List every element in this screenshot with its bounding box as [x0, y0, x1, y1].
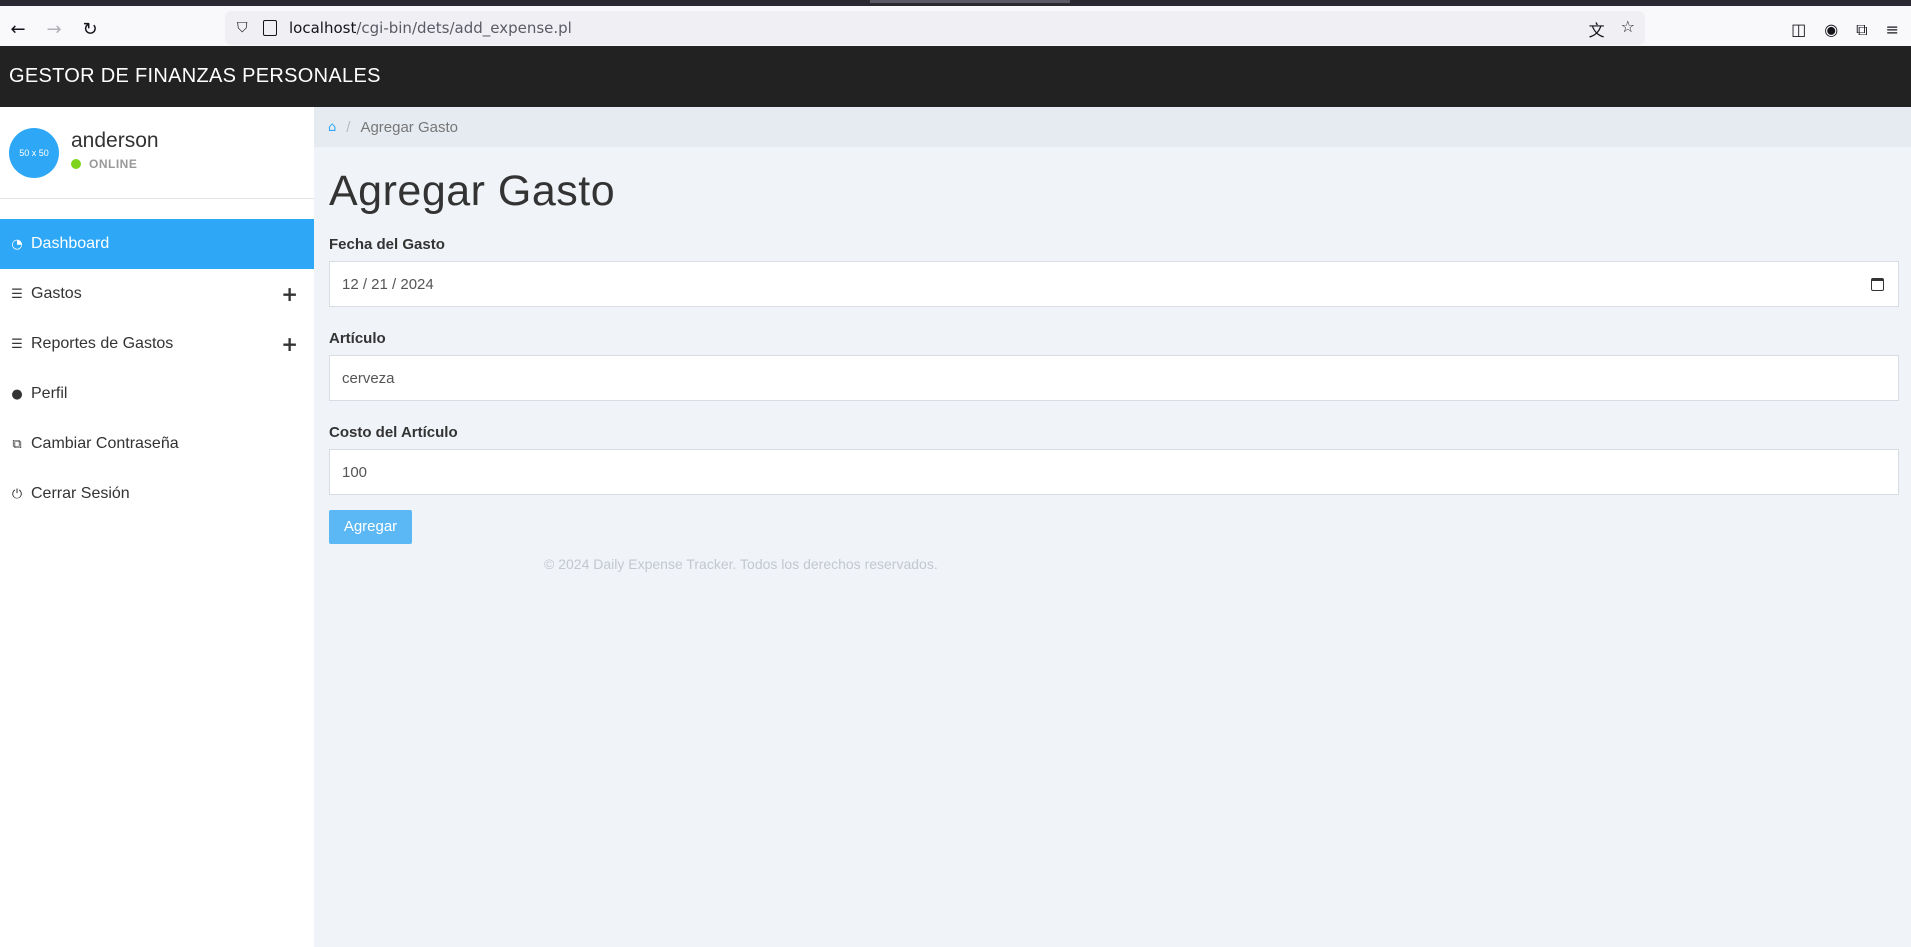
account-icon[interactable]: ◉	[1824, 20, 1838, 40]
user-status: ONLINE	[71, 157, 137, 171]
copy-icon: ⧉	[12, 436, 22, 452]
url-path: /cgi-bin/dets/add_expense.pl	[356, 19, 572, 37]
main-content: ⌂ / Agregar Gasto Agregar Gasto Fecha de…	[314, 107, 1911, 947]
cost-value: 100	[342, 463, 368, 481]
cost-field[interactable]: 100	[329, 449, 1899, 495]
breadcrumb-separator: /	[346, 118, 351, 136]
shield-icon: ⛉	[237, 20, 248, 36]
sidebar-item-gastos[interactable]: ☰ Gastos +	[0, 269, 314, 319]
tab-indicator	[870, 0, 1070, 3]
sidebar-item-label: Cambiar Contraseña	[31, 435, 179, 452]
breadcrumb-current: Agregar Gasto	[360, 118, 458, 136]
date-label: Fecha del Gasto	[329, 236, 445, 253]
user-icon: ●	[11, 386, 23, 402]
sidebar-item-perfil[interactable]: ● Perfil	[0, 369, 314, 419]
sidebar-item-label: Dashboard	[31, 235, 110, 252]
date-value: 12 / 21 / 2024	[342, 275, 434, 293]
expand-plus-icon[interactable]: +	[281, 332, 298, 356]
app-header: GESTOR DE FINANZAS PERSONALES	[0, 46, 1911, 107]
bars-icon: ☰	[11, 286, 23, 302]
forward-icon[interactable]: →	[39, 14, 69, 44]
avatar: 50 x 50	[9, 128, 59, 178]
item-value: cerveza	[342, 369, 395, 387]
sidebar-menu: ◔ Dashboard ☰ Gastos + ☰ Reportes de Gas…	[0, 219, 314, 519]
sidebar-item-label: Gastos	[31, 285, 82, 302]
user-panel: 50 x 50 anderson ONLINE	[0, 107, 314, 199]
expense-form: Fecha del Gasto 12 / 21 / 2024 Artículo …	[329, 236, 1899, 544]
power-icon: ⏻	[11, 486, 23, 502]
item-label: Artículo	[329, 330, 386, 347]
sidebar-item-label: Perfil	[31, 385, 68, 402]
pocket-icon[interactable]: ◫	[1791, 20, 1806, 40]
address-bar[interactable]: ⛉ localhost/cgi-bin/dets/add_expense.pl …	[225, 11, 1645, 45]
bars-icon: ☰	[11, 336, 23, 352]
translate-icon[interactable]: 文	[1589, 17, 1605, 41]
back-icon[interactable]: ←	[3, 14, 33, 44]
date-field[interactable]: 12 / 21 / 2024	[329, 261, 1899, 307]
browser-toolbar: ← → ↻ ⛉ localhost/cgi-bin/dets/add_expen…	[0, 0, 1911, 46]
sidebar-item-label: Reportes de Gastos	[31, 335, 174, 352]
sidebar-item-cambiar-contrasena[interactable]: ⧉ Cambiar Contraseña	[0, 419, 314, 469]
bookmark-star-icon[interactable]: ☆	[1621, 17, 1635, 41]
add-expense-button[interactable]: Agregar	[329, 509, 412, 544]
item-field[interactable]: cerveza	[329, 355, 1899, 401]
page-icon	[263, 20, 277, 36]
expand-plus-icon[interactable]: +	[281, 282, 298, 306]
url-host: localhost	[289, 19, 357, 37]
sidebar-item-cerrar-sesion[interactable]: ⏻ Cerrar Sesión	[0, 469, 314, 519]
footer-text: © 2024 Daily Expense Tracker. Todos los …	[544, 555, 938, 572]
breadcrumb: ⌂ / Agregar Gasto	[314, 107, 1911, 147]
home-icon[interactable]: ⌂	[328, 120, 336, 135]
sidebar: 50 x 50 anderson ONLINE ◔ Dashboard ☰ Ga…	[0, 107, 314, 947]
status-dot-icon	[71, 159, 81, 169]
extensions-icon[interactable]: ⧉	[1856, 20, 1867, 40]
calendar-icon[interactable]	[1871, 277, 1884, 291]
reload-icon[interactable]: ↻	[75, 14, 105, 44]
sidebar-item-label: Cerrar Sesión	[31, 485, 130, 502]
dashboard-icon: ◔	[11, 236, 23, 252]
sidebar-item-reportes[interactable]: ☰ Reportes de Gastos +	[0, 319, 314, 369]
page-title: Agregar Gasto	[329, 167, 616, 215]
menu-icon[interactable]: ≡	[1886, 20, 1899, 40]
status-label: ONLINE	[89, 157, 138, 171]
cost-label: Costo del Artículo	[329, 424, 458, 441]
app-title[interactable]: GESTOR DE FINANZAS PERSONALES	[9, 65, 381, 88]
user-name: anderson	[71, 129, 159, 152]
sidebar-item-dashboard[interactable]: ◔ Dashboard	[0, 219, 314, 269]
